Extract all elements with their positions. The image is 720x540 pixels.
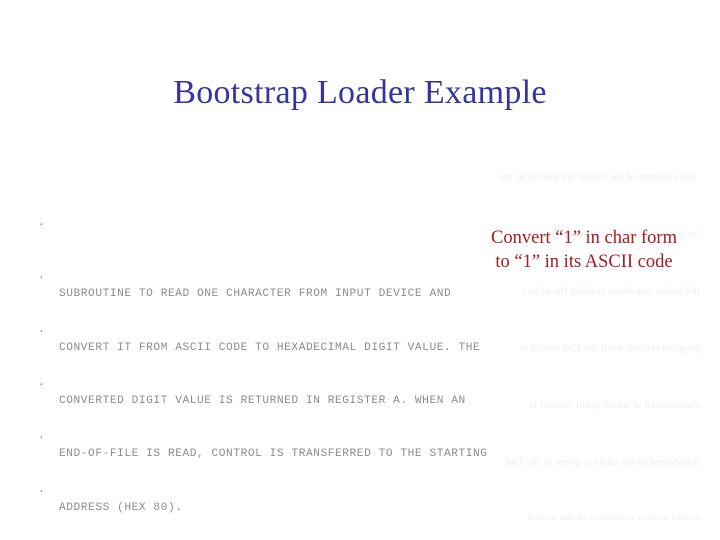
- comment-text: CONVERTED DIGIT VALUE IS RETURNED IN REG…: [59, 394, 466, 407]
- annotation-callout: Convert “1” in char form to “1” in its A…: [455, 226, 713, 274]
- comment-text: ADDRESS (HEX 80).: [59, 501, 183, 514]
- comment-dot: .: [38, 535, 45, 540]
- comment-dot: .: [38, 430, 46, 443]
- annotation-line: Convert “1” in char form: [491, 228, 677, 248]
- annotation-line: to “1” in its ASCII code: [495, 252, 673, 272]
- comment-text: CONVERT IT FROM ASCII CODE TO HEXADECIMA…: [59, 342, 481, 355]
- slide-canvas: the contents of the buffer are moved to …: [0, 0, 720, 540]
- comment-line: . CONVERT IT FROM ASCII CODE TO HEXADECI…: [38, 304, 678, 354]
- comment-dot: .: [38, 483, 46, 496]
- comment-dot: .: [38, 377, 46, 390]
- comment-line: . ADDRESS (HEX 80).: [38, 464, 678, 514]
- assembly-code-listing: . . SUBROUTINE TO READ ONE CHARACTER FRO…: [38, 126, 678, 540]
- comment-line: . END-OF-FILE IS READ, CONTROL IS TRANSF…: [38, 410, 678, 460]
- comment-dot: .: [38, 270, 46, 283]
- comment-line: . CONVERTED DIGIT VALUE IS RETURNED IN R…: [38, 357, 678, 407]
- page-title: Bootstrap Loader Example: [173, 74, 547, 111]
- comment-text: END-OF-FILE IS READ, CONTROL IS TRANSFER…: [59, 447, 488, 460]
- comment-dot: .: [38, 216, 46, 229]
- comment-text: SUBROUTINE TO READ ONE CHARACTER FROM IN…: [59, 288, 452, 301]
- comment-line: .: [38, 518, 678, 540]
- comment-dot: .: [38, 324, 46, 337]
- comment-line: .: [38, 197, 678, 229]
